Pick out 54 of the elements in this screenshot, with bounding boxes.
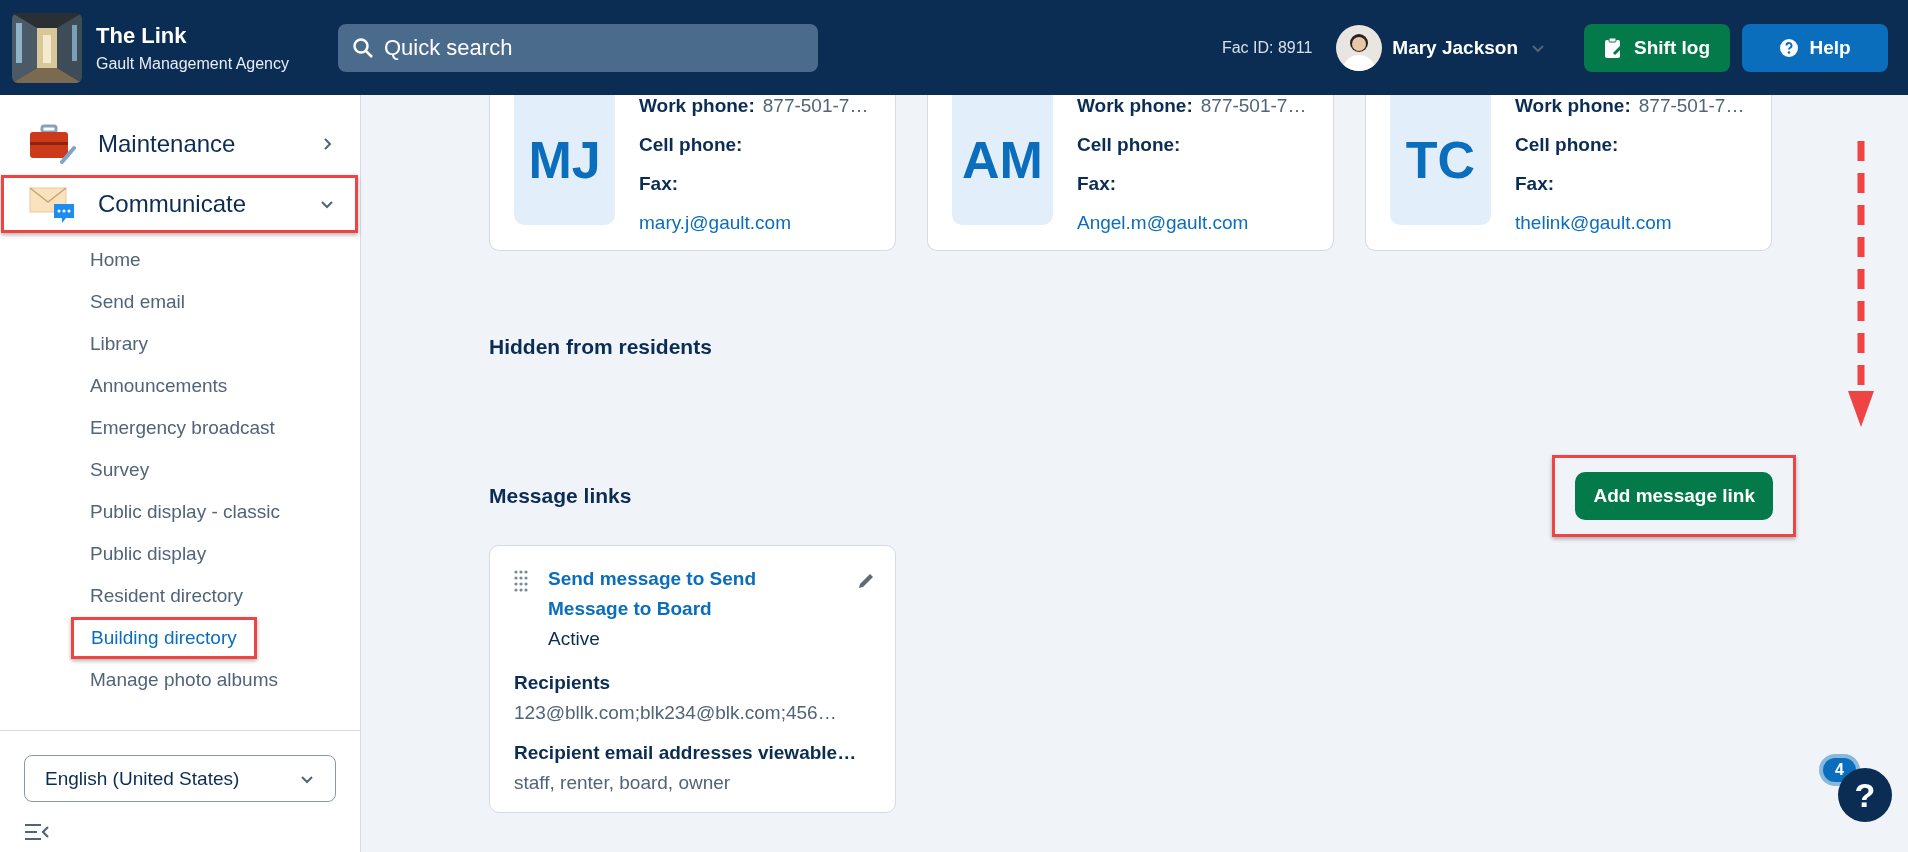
nav-item[interactable]: Manage photo albums — [74, 659, 294, 701]
nav-group[interactable]: Communicate — [1, 175, 358, 233]
nav-item[interactable]: Library — [74, 323, 165, 365]
nav-item[interactable]: Resident directory — [74, 575, 260, 617]
section-heading: Message links — [489, 484, 632, 508]
field-value: 877-501-7… — [1638, 95, 1745, 117]
drag-handle-icon[interactable] — [514, 570, 528, 592]
nav-item[interactable]: Public display — [74, 533, 223, 575]
field-label: Fax: — [639, 173, 679, 195]
field-label: Recipient email addresses viewable… — [514, 742, 858, 764]
help-button[interactable]: Help — [1742, 23, 1888, 72]
nav-item[interactable]: Public display - classic — [74, 491, 297, 533]
status-text: Active — [548, 627, 601, 651]
field-value: 123@bllk.com;blk234@blk.com;456… — [514, 702, 838, 724]
nav-item[interactable]: Announcements — [74, 365, 244, 407]
field-label: Cell phone: — [639, 134, 743, 156]
edit-icon[interactable] — [857, 572, 875, 590]
field-label: Cell phone: — [1077, 134, 1181, 156]
facility-id: Fac ID: 8911 — [1221, 38, 1313, 57]
toolbox-icon — [28, 124, 78, 164]
field-label: Work phone: — [639, 95, 755, 117]
message-link-title[interactable]: Send message to Send Message to Board — [548, 564, 768, 624]
nav-item[interactable]: Survey — [74, 449, 166, 491]
shift-log-button[interactable]: Shift log — [1584, 23, 1730, 72]
nav-item[interactable]: Send email — [74, 281, 202, 323]
section-heading: Hidden from residents — [489, 335, 713, 359]
field-value: staff, renter, board, owner — [514, 772, 732, 794]
field-label: Fax: — [1515, 173, 1555, 195]
search-field[interactable]: Quick search — [338, 23, 818, 72]
nav-group[interactable]: Maintenance — [1, 115, 358, 173]
initials-avatar: TC — [1390, 95, 1491, 225]
field-label: Cell phone: — [1515, 134, 1619, 156]
field-label: Work phone: — [1077, 95, 1193, 117]
search-icon — [352, 36, 374, 59]
field-label: Recipients — [514, 672, 612, 694]
email-link[interactable]: mary.j@gault.com — [639, 212, 791, 234]
collapse-menu-icon[interactable] — [24, 822, 50, 842]
nav-item[interactable]: Emergency broadcast — [74, 407, 291, 449]
app-subtitle: Gault Management Agency — [96, 54, 290, 73]
user-menu[interactable]: Mary Jackson — [1392, 36, 1546, 59]
email-link[interactable]: Angel.m@gault.com — [1077, 212, 1249, 234]
field-value: 877-501-7… — [762, 95, 869, 117]
nav-item[interactable]: Building directory — [71, 617, 257, 659]
field-label: Work phone: — [1515, 95, 1631, 117]
field-label: Fax: — [1077, 173, 1117, 195]
email-link[interactable]: thelink@gault.com — [1515, 212, 1672, 234]
add-message-link-button[interactable]: Add message link — [1575, 472, 1773, 520]
initials-avatar: AM — [952, 95, 1053, 225]
language-select[interactable]: English (United States) — [24, 755, 336, 802]
app-title: The Link — [96, 22, 188, 49]
nav-item[interactable]: Home — [74, 239, 157, 281]
field-value: 877-501-7… — [1200, 95, 1307, 117]
help-circle-icon — [1779, 37, 1800, 58]
initials-avatar: MJ — [514, 95, 615, 225]
